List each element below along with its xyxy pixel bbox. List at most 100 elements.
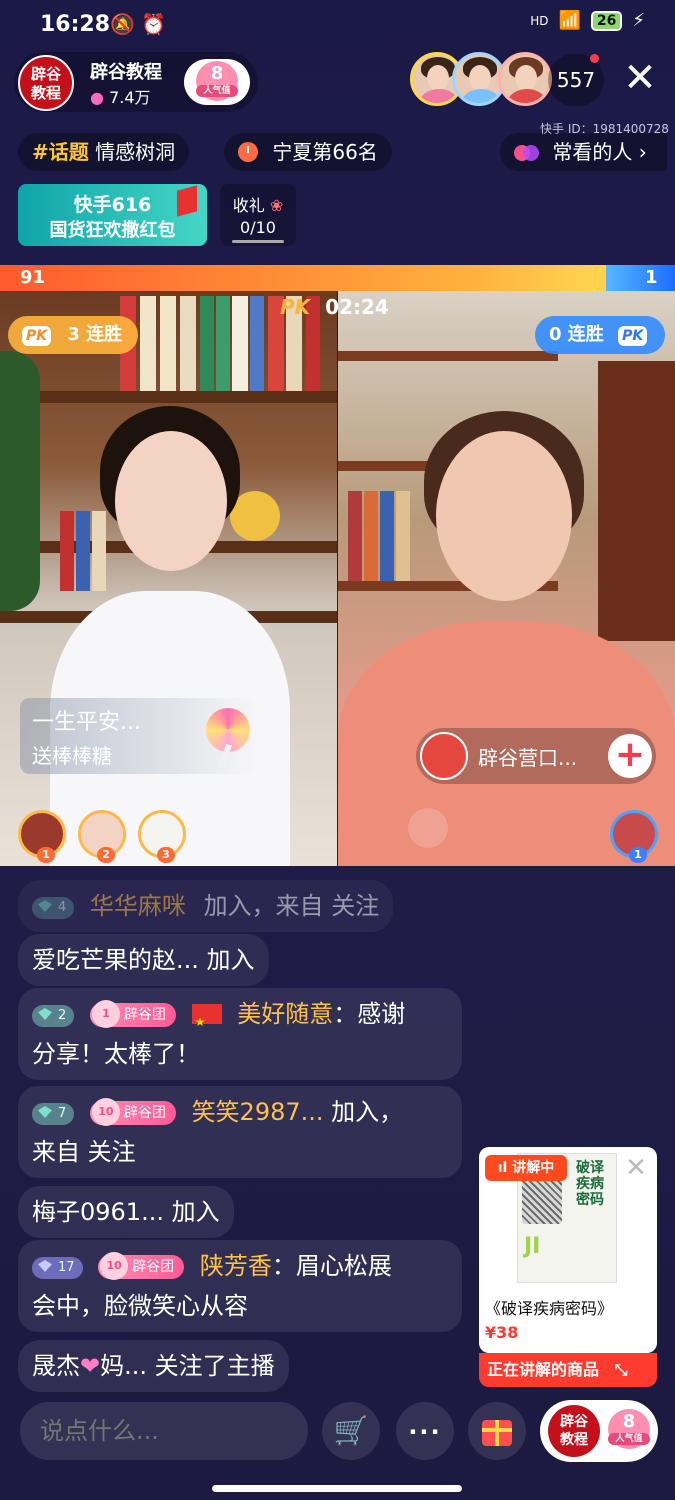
status-bar: 16:28 🔕 ⏰ HD 📶 26 ⚡ xyxy=(0,0,675,52)
pk-right-score: 1 xyxy=(645,267,658,288)
chat-username[interactable]: 华华麻咪 xyxy=(90,892,186,920)
promo-subtitle: 国货狂欢撒红包 xyxy=(49,220,176,241)
more-button[interactable]: ··· xyxy=(396,1402,454,1460)
contributor-avatar[interactable]: 1 xyxy=(610,810,658,863)
pk-timer: PK 02:24 xyxy=(280,295,389,325)
popularity-badge[interactable]: 8 人气值 xyxy=(184,59,250,105)
fan-group-badge: 10 辟谷团 xyxy=(98,1252,185,1280)
often-watched-label: 常看的人 xyxy=(552,140,633,164)
chat-username[interactable]: 笑笑2987... xyxy=(192,1098,324,1126)
level-badge: 7 xyxy=(32,1103,75,1125)
topic-hash: #话题 xyxy=(32,140,89,164)
gift-description: 送棒棒糖 xyxy=(32,744,112,768)
pk-timer-value: 02:24 xyxy=(325,295,389,319)
chat-message: 2 1辟谷团 美好随意：感谢 分享！太棒了！ xyxy=(18,988,462,1080)
host-card[interactable]: 辟谷 教程 辟谷教程 ● 7.4万 8 人气值 xyxy=(14,52,258,112)
contributor-avatar[interactable]: 2 xyxy=(78,810,126,863)
flower-icon: ❀ xyxy=(269,196,284,215)
heart-icon: 1 xyxy=(91,1000,120,1028)
rank-number: 3 xyxy=(157,847,175,863)
often-watched-pill[interactable]: 常看的人 › xyxy=(500,133,667,171)
gift-button[interactable] xyxy=(468,1402,526,1460)
level-badge: 4 xyxy=(32,897,75,919)
topic-pill[interactable]: #话题 情感树洞 xyxy=(18,133,190,171)
likes-count: 7.4万 xyxy=(109,88,151,107)
chat-text: 爱吃芒果的赵... 加入 xyxy=(32,946,255,974)
product-price: ¥38 xyxy=(485,1323,519,1342)
chat-text: 加入， xyxy=(323,1098,404,1126)
right-streak[interactable]: 0 连胜 PK xyxy=(535,316,665,354)
more-icon: ··· xyxy=(408,1418,442,1446)
clock-icon xyxy=(238,142,258,162)
product-name: 《破译疾病密码》 xyxy=(485,1299,614,1318)
left-streak[interactable]: PK 3 连胜 xyxy=(8,316,138,354)
home-indicator[interactable] xyxy=(212,1485,462,1492)
host-avatar[interactable]: 辟谷 教程 xyxy=(18,55,74,111)
chat-text-continued: 分享！太棒了！ xyxy=(32,1040,200,1068)
badge-level: 8 人气值 xyxy=(608,1409,650,1449)
badge-level-number: 8 xyxy=(622,1411,636,1432)
chat-text: ：感谢 xyxy=(333,1000,406,1028)
status-right: HD 📶 26 ⚡ xyxy=(530,10,645,31)
china-flag-icon xyxy=(191,1002,222,1042)
cart-icon: 🛒 xyxy=(333,1414,369,1447)
mute-icon: 🔕 xyxy=(110,12,135,36)
product-card[interactable]: 破译疾病密码 JI ıl 讲解中 ✕ 《破译疾病密码》 ¥38 xyxy=(479,1147,657,1353)
gift-receive-count: 0/10 xyxy=(240,218,276,237)
alarm-icon: ⏰ xyxy=(141,12,167,36)
book-spine-text: JI xyxy=(524,1234,541,1259)
follow-plus-icon[interactable]: + xyxy=(608,734,652,778)
fan-group-badge: 10 辟谷团 xyxy=(89,1098,176,1126)
guest-card[interactable]: 辟谷营口... + xyxy=(416,728,656,784)
product-footer[interactable]: 正在讲解的商品 ⤡ xyxy=(479,1353,657,1387)
collapse-arrows-icon: ⤡ xyxy=(614,1360,628,1379)
close-icon[interactable]: ✕ xyxy=(620,56,660,100)
chat-username[interactable]: 陕芳香 xyxy=(200,1252,272,1280)
chat-username[interactable]: 美好随意 xyxy=(237,1000,333,1028)
shop-cart-button[interactable]: 🛒 xyxy=(322,1402,380,1460)
gift-icon xyxy=(482,1420,512,1446)
gift-receive-title: 收礼 ❀ xyxy=(220,192,296,216)
viewer-avatar[interactable] xyxy=(498,52,552,106)
notification-icons: 🔕 ⏰ xyxy=(110,12,166,36)
product-footer-label: 正在讲解的商品 xyxy=(487,1360,600,1379)
badge-label: 人气值 xyxy=(608,1433,650,1445)
charging-icon: ⚡ xyxy=(632,10,645,31)
contributor-avatar[interactable]: 1 xyxy=(18,810,66,863)
pk-logo: PK xyxy=(280,295,311,319)
network-icon: HD xyxy=(530,13,549,28)
right-streak-label: 0 连胜 xyxy=(549,324,604,345)
promo-title: 快手616 xyxy=(73,194,152,216)
promo-banner[interactable]: 快手616 国货狂欢撒红包 xyxy=(18,184,207,246)
chat-username[interactable]: 晟杰 xyxy=(32,1352,80,1380)
chat-text-continued: 来自 关注 xyxy=(32,1138,136,1166)
rank-number: 1 xyxy=(629,847,647,863)
badge-level: 8 人气值 xyxy=(196,61,238,101)
pk-left-score: 91 xyxy=(20,267,46,288)
rank-number: 1 xyxy=(37,847,55,863)
close-icon[interactable]: ✕ xyxy=(621,1153,651,1183)
host-likes: ● 7.4万 xyxy=(90,84,151,108)
chat-text: 加入，来自 关注 xyxy=(203,892,380,920)
pk-progress-bar-opponent xyxy=(606,265,675,291)
contributor-slot xyxy=(408,808,448,848)
gem-icon xyxy=(38,1008,52,1020)
gem-icon xyxy=(38,1106,52,1118)
pk-progress-bar xyxy=(0,265,675,291)
chat-text: 妈... 关注了主播 xyxy=(100,1352,275,1380)
lollipop-icon xyxy=(206,708,256,769)
chat-text-continued: 会中，脸微笑心从容 xyxy=(32,1292,248,1320)
rank-pill[interactable]: 宁夏第66名 xyxy=(224,133,392,171)
chevron-right-icon: › xyxy=(638,140,647,164)
comment-input[interactable] xyxy=(20,1402,308,1460)
left-streak-label: 3 连胜 xyxy=(67,324,123,345)
host-video[interactable] xyxy=(0,291,337,866)
contributor-avatar[interactable]: 3 xyxy=(138,810,186,863)
fan-group-button[interactable]: 辟谷 教程 8 人气值 xyxy=(540,1400,658,1462)
gift-sender-name: 一生平安... xyxy=(32,710,141,735)
chat-message: 梅子0961... 加入 xyxy=(18,1186,234,1238)
guest-avatar[interactable] xyxy=(420,732,468,780)
guest-name: 辟谷营口... xyxy=(478,746,578,770)
fan-group-badge: 1 辟谷团 xyxy=(89,1000,176,1028)
gift-receive-box[interactable]: 收礼 ❀ 0/10 xyxy=(220,184,296,246)
